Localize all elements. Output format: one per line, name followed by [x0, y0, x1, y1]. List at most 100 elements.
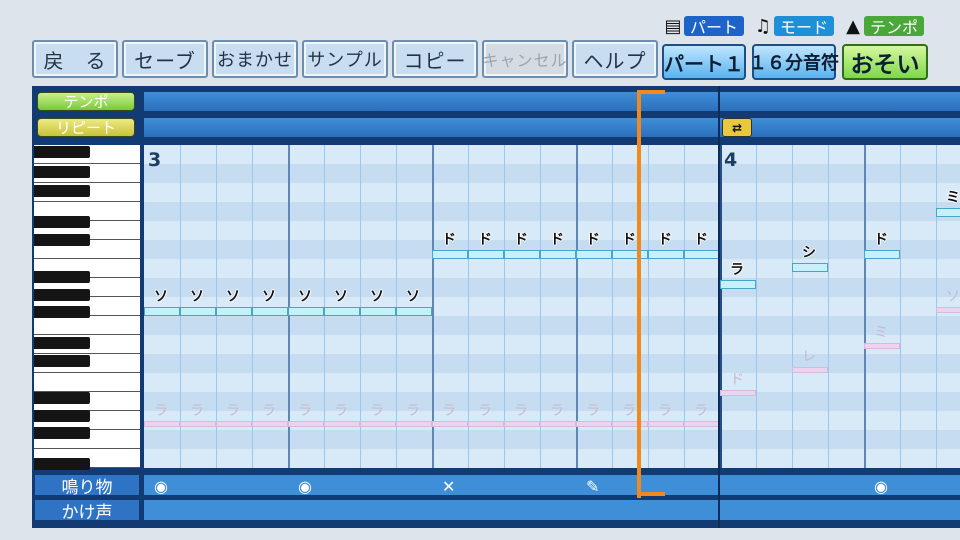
black-key[interactable]	[34, 354, 90, 367]
note-label: ド	[514, 231, 528, 248]
note-block[interactable]	[684, 249, 720, 259]
note-label: ラ	[406, 402, 420, 419]
note-block[interactable]	[180, 306, 216, 316]
note-block[interactable]	[792, 262, 828, 272]
sample-button[interactable]: サンプル	[302, 40, 388, 78]
note-label: ド	[694, 231, 708, 248]
note-label: ラ	[298, 402, 312, 419]
measure-number: 3	[148, 149, 162, 171]
back-button[interactable]: 戻 る	[32, 40, 118, 78]
note-label: ソ	[154, 288, 168, 305]
grid-row	[144, 430, 960, 449]
note-block[interactable]	[432, 249, 468, 259]
note-block[interactable]	[468, 249, 504, 259]
note-label: ラ	[226, 402, 240, 419]
grid-row	[144, 183, 960, 202]
beat-line	[864, 145, 866, 468]
whistle-icon[interactable]: ✎	[586, 477, 599, 496]
percussion-track-lane[interactable]: ◉ ◉ ✕ ✎ ◉	[144, 475, 960, 496]
note-block[interactable]	[216, 306, 252, 316]
voice-track-lane[interactable]	[144, 500, 960, 520]
black-key[interactable]	[34, 233, 90, 246]
note-label: ラ	[586, 402, 600, 419]
auto-compose-button[interactable]: おまかせ	[212, 40, 298, 78]
note-block[interactable]	[540, 249, 576, 259]
grid-row	[144, 202, 960, 221]
repeat-track-label: リピート	[37, 118, 135, 137]
piano-roll-editor: テンポ リピート ⇄ 34ソソソソソソソソドドドドドドドドラシドミラララララララ…	[32, 86, 960, 528]
repeat-track-lane[interactable]	[144, 118, 960, 137]
metronome-icon: ▲	[846, 15, 860, 37]
measure-line	[720, 145, 722, 468]
note-grid[interactable]: 34ソソソソソソソソドドドドドドドドラシドミララララララララララララララララドレ…	[144, 145, 960, 468]
note-block[interactable]	[612, 249, 648, 259]
tempo-tag: ▲ テンポ	[842, 14, 925, 38]
tempo-track-lane[interactable]	[144, 92, 960, 111]
ghost-note	[216, 420, 252, 427]
black-key[interactable]	[34, 185, 90, 198]
ghost-note	[720, 390, 756, 397]
ghost-note	[576, 420, 612, 427]
drum-icon[interactable]: ◉	[874, 477, 888, 496]
mode-selector[interactable]: １６分音符	[749, 44, 839, 80]
ghost-note	[252, 420, 288, 427]
ghost-note	[468, 420, 504, 427]
repeat-icon[interactable]: ⇄	[722, 118, 752, 137]
drum-icon[interactable]: ◉	[298, 477, 312, 496]
note-block[interactable]	[720, 279, 756, 289]
note-block[interactable]	[360, 306, 396, 316]
note-label: ド	[622, 231, 636, 248]
black-key[interactable]	[34, 215, 90, 228]
note-label: ド	[730, 372, 744, 389]
note-block[interactable]	[324, 306, 360, 316]
note-block[interactable]	[396, 306, 432, 316]
note-block[interactable]	[504, 249, 540, 259]
black-key[interactable]	[34, 146, 90, 159]
note-block[interactable]	[144, 306, 180, 316]
black-key[interactable]	[34, 337, 90, 350]
white-key[interactable]	[34, 373, 140, 392]
black-key[interactable]	[34, 165, 90, 178]
help-button[interactable]: ヘルプ	[572, 40, 658, 78]
note-label: ラ	[694, 402, 708, 419]
black-key[interactable]	[34, 306, 90, 319]
ghost-note	[864, 342, 900, 349]
drum-icon[interactable]: ◉	[154, 477, 168, 496]
note-block[interactable]	[648, 249, 684, 259]
black-key[interactable]	[34, 270, 90, 283]
note-block[interactable]	[576, 249, 612, 259]
black-key[interactable]	[34, 427, 90, 440]
cancel-button[interactable]: キャンセル	[482, 40, 568, 78]
note-label: ソ	[190, 288, 204, 305]
note-label: ド	[658, 231, 672, 248]
black-key[interactable]	[34, 409, 90, 422]
grid-row	[144, 354, 960, 373]
drumsticks-icon[interactable]: ✕	[442, 477, 455, 496]
part-selector[interactable]: パート１	[662, 44, 746, 80]
percussion-track-label: 鳴り物	[35, 475, 139, 498]
playhead-bottom-cap	[637, 492, 665, 496]
copy-button[interactable]: コピー	[392, 40, 478, 78]
ghost-note	[432, 420, 468, 427]
grid-row	[144, 259, 960, 278]
ghost-note	[180, 420, 216, 427]
note-block[interactable]	[936, 207, 960, 217]
note-label: ラ	[154, 402, 168, 419]
note-block[interactable]	[864, 249, 900, 259]
save-button[interactable]: セーブ	[122, 40, 208, 78]
tempo-selector[interactable]: おそい	[842, 44, 928, 80]
piano-keyboard[interactable]	[34, 145, 140, 471]
black-key[interactable]	[34, 288, 90, 301]
playhead-cursor[interactable]	[637, 92, 641, 498]
black-key[interactable]	[34, 458, 90, 471]
ghost-note	[684, 420, 720, 427]
note-block[interactable]	[288, 306, 324, 316]
white-key[interactable]	[34, 316, 140, 335]
ghost-note	[540, 420, 576, 427]
black-key[interactable]	[34, 391, 90, 404]
note-label: ソ	[262, 288, 276, 305]
note-label: ド	[586, 231, 600, 248]
note-block[interactable]	[252, 306, 288, 316]
note-label: ミ	[874, 324, 888, 341]
playhead-top-cap	[637, 90, 665, 94]
